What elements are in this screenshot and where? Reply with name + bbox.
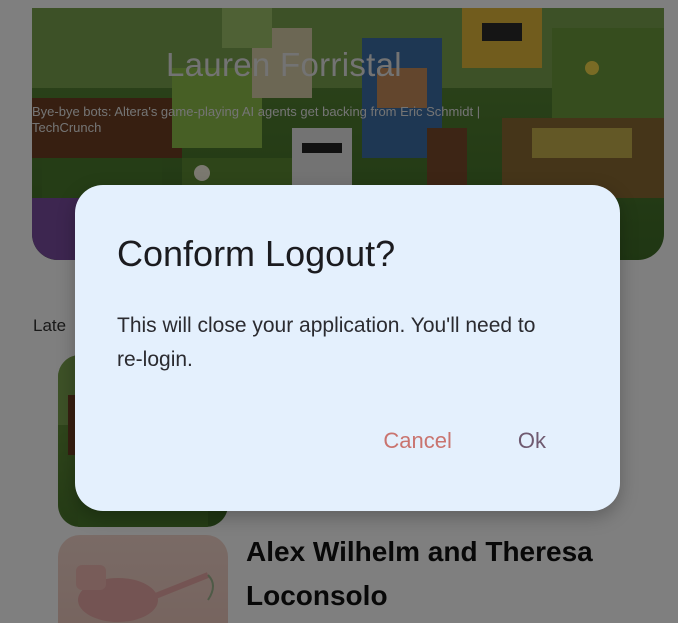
logout-confirm-dialog: Conform Logout? This will close your app… (75, 185, 620, 511)
cancel-button[interactable]: Cancel (383, 428, 451, 454)
dialog-actions: Cancel Ok (383, 428, 546, 454)
dialog-message: This will close your application. You'll… (117, 314, 536, 371)
ok-button[interactable]: Ok (518, 428, 546, 454)
dialog-title: Conform Logout? (117, 233, 396, 274)
